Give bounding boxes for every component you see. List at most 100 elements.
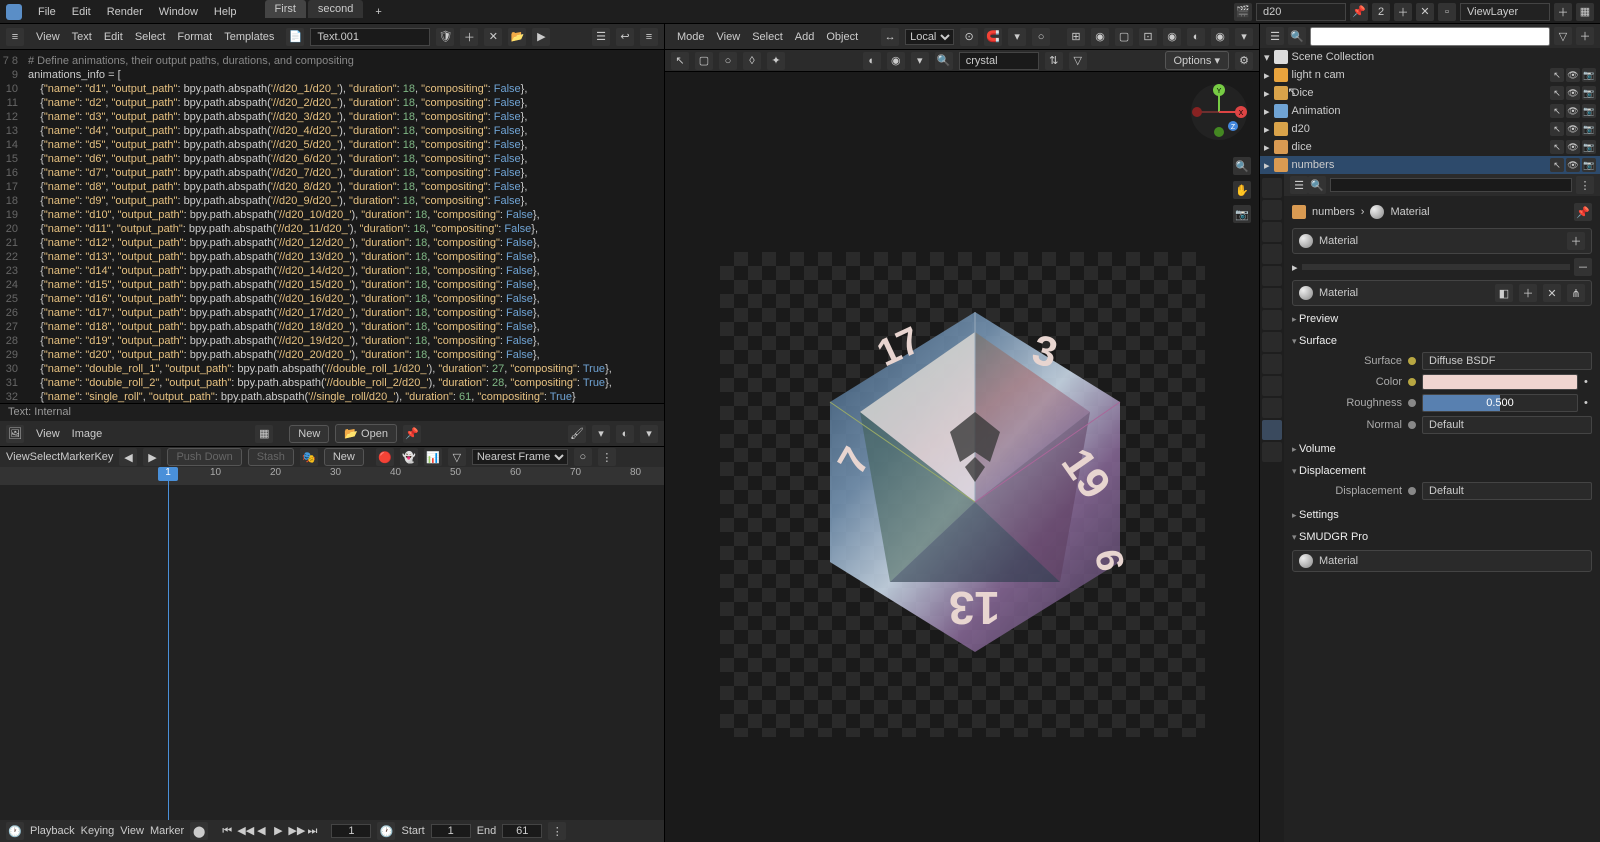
- restrict-viewport-icon[interactable]: 👁: [1566, 158, 1580, 172]
- filter-invert-button[interactable]: ⇅: [1045, 52, 1063, 70]
- panel-settings[interactable]: Settings: [1292, 506, 1592, 524]
- view-menu[interactable]: View: [120, 825, 144, 837]
- tab-scene[interactable]: [1262, 244, 1282, 264]
- push-down-button[interactable]: Push Down: [167, 448, 241, 466]
- restrict-render-icon[interactable]: 📷: [1582, 68, 1596, 82]
- keyframe-next-button[interactable]: ▶▶: [288, 824, 302, 837]
- tab-modifiers[interactable]: [1262, 310, 1282, 330]
- texted-menu-text[interactable]: Text: [66, 31, 98, 43]
- proportional-edit-button[interactable]: ○: [1032, 28, 1050, 46]
- restrict-viewport-icon[interactable]: 👁: [1566, 140, 1580, 154]
- roughness-node-dot-icon[interactable]: [1408, 399, 1416, 407]
- menu-window[interactable]: Window: [151, 6, 206, 18]
- snap-button[interactable]: 🧲: [984, 28, 1002, 46]
- dope-menu-view[interactable]: View: [6, 451, 30, 463]
- select-tweak-button[interactable]: ✦: [767, 52, 785, 70]
- normal-select[interactable]: Default: [1422, 416, 1592, 434]
- timeline-ruler[interactable]: 1020304050607080: [0, 467, 664, 485]
- outliner-row-light-n-cam[interactable]: ▸light n cam ↖ 👁 📷: [1260, 66, 1600, 84]
- texted-menu-format[interactable]: Format: [171, 31, 218, 43]
- pin-props-button[interactable]: 📌: [1574, 203, 1592, 221]
- color-node-dot-icon[interactable]: [1408, 378, 1416, 386]
- tab-material[interactable]: [1262, 420, 1282, 440]
- workspace-tab-second[interactable]: second: [308, 0, 363, 18]
- scene-icon[interactable]: 🎬: [1234, 3, 1252, 21]
- proportional-button[interactable]: ○: [574, 448, 592, 466]
- pin-icon[interactable]: 📌: [1350, 3, 1368, 21]
- smudgr-material-slot[interactable]: Material: [1292, 550, 1592, 572]
- props-mode-icon[interactable]: ☰: [1290, 176, 1308, 194]
- autokey-record-button[interactable]: ⬤: [190, 822, 208, 840]
- texted-menu-templates[interactable]: Templates: [218, 31, 280, 43]
- code-editor[interactable]: 7 8 9 10 11 12 13 14 15 16 17 18 19 20 2…: [0, 50, 664, 403]
- dope-prev-button[interactable]: ◀: [119, 448, 137, 466]
- vp-menu-add[interactable]: Add: [789, 31, 821, 43]
- playback-menu[interactable]: Playback: [30, 825, 75, 837]
- dope-menu-key[interactable]: Key: [94, 451, 113, 463]
- shading-solid-button[interactable]: ◉: [1163, 28, 1181, 46]
- tab-viewlayer[interactable]: [1262, 222, 1282, 242]
- viewlayer-input[interactable]: [1460, 3, 1550, 21]
- 3d-viewport[interactable]: 3 17 7 19 6 13 Y X Z 🔍 ✋: [665, 72, 1259, 842]
- text-name-input[interactable]: [310, 28, 430, 46]
- shading-matprev-button[interactable]: ◐: [1187, 28, 1205, 46]
- zoom-tool-icon[interactable]: 🔍: [1233, 157, 1251, 175]
- pivot-button[interactable]: ⊙: [960, 28, 978, 46]
- open-image-button[interactable]: 📂 Open: [335, 424, 397, 443]
- outliner-row-d20[interactable]: ▸d20 ↖ 👁 📷: [1260, 120, 1600, 138]
- restrict-render-icon[interactable]: 📷: [1582, 86, 1596, 100]
- color-swatch[interactable]: [1422, 374, 1578, 390]
- restrict-viewport-icon[interactable]: 👁: [1566, 86, 1580, 100]
- end-frame-input[interactable]: [502, 824, 542, 838]
- workspace-tab-First[interactable]: First: [265, 0, 306, 18]
- outliner-filter-icon[interactable]: ▽: [1554, 27, 1572, 45]
- visibility-gizmo-button[interactable]: ◐: [863, 52, 881, 70]
- outliner-root[interactable]: ▾ Scene Collection: [1260, 48, 1600, 66]
- auto-key-button[interactable]: 🔴: [376, 448, 394, 466]
- restrict-render-icon[interactable]: 📷: [1582, 158, 1596, 172]
- normal-node-dot-icon[interactable]: [1408, 421, 1416, 429]
- overlay-button[interactable]: ◉: [1091, 28, 1109, 46]
- blender-logo-icon[interactable]: [6, 4, 22, 20]
- editor-type-image-icon[interactable]: 🖼: [6, 425, 24, 443]
- orientation-icon[interactable]: ↔: [881, 28, 899, 46]
- dope-next-button[interactable]: ▶: [143, 448, 161, 466]
- imge-menu-image[interactable]: Image: [66, 428, 109, 440]
- select-circle-button[interactable]: ○: [719, 52, 737, 70]
- shading-dropdown[interactable]: ▾: [1235, 28, 1253, 46]
- new-text-button[interactable]: ＋: [460, 28, 478, 46]
- add-workspace-button[interactable]: +: [365, 3, 391, 21]
- keyframe-prev-button[interactable]: ◀◀: [237, 824, 251, 837]
- gizmo-button[interactable]: ⊞: [1067, 28, 1085, 46]
- menu-file[interactable]: File: [30, 6, 64, 18]
- action-browse-icon[interactable]: 🎭: [300, 448, 318, 466]
- playhead[interactable]: 1: [168, 467, 169, 820]
- jump-end-button[interactable]: ⏭: [305, 825, 319, 838]
- restrict-select-icon[interactable]: ↖: [1550, 140, 1564, 154]
- displacement-select[interactable]: Default: [1422, 482, 1592, 500]
- roughness-slider[interactable]: 0.500: [1422, 394, 1578, 412]
- play-reverse-button[interactable]: ◀: [254, 824, 268, 837]
- image-channels-dropdown[interactable]: ▾: [640, 425, 658, 443]
- current-frame-input[interactable]: [331, 824, 371, 838]
- preview-range-button[interactable]: 🕐: [377, 822, 395, 840]
- tool-cursor-icon[interactable]: ↖: [671, 52, 689, 70]
- disp-node-dot-icon[interactable]: [1408, 487, 1416, 495]
- new-scene-button[interactable]: ＋: [1394, 3, 1412, 21]
- imge-menu-view[interactable]: View: [30, 428, 66, 440]
- shading-wire-button[interactable]: ⊡: [1139, 28, 1157, 46]
- snap-dropdown[interactable]: ▾: [1008, 28, 1026, 46]
- dope-menu-select[interactable]: Select: [30, 451, 61, 463]
- outliner-row-Animation[interactable]: ▸Animation ↖ 👁 📷: [1260, 102, 1600, 120]
- panel-volume[interactable]: Volume: [1292, 440, 1592, 458]
- nav-gizmo[interactable]: Y X Z: [1189, 82, 1249, 142]
- new-image-button[interactable]: New: [289, 425, 329, 443]
- dope-extra-button[interactable]: ⋮: [598, 448, 616, 466]
- material-slot[interactable]: Material ＋: [1292, 228, 1592, 254]
- tab-mesh[interactable]: [1262, 398, 1282, 418]
- slot-remove-button[interactable]: －: [1574, 258, 1592, 276]
- props-search-input[interactable]: [1330, 178, 1572, 192]
- node-material-button[interactable]: ⋔: [1567, 284, 1585, 302]
- vp-menu-object[interactable]: Object: [820, 31, 864, 43]
- new-material-button[interactable]: ＋: [1519, 284, 1537, 302]
